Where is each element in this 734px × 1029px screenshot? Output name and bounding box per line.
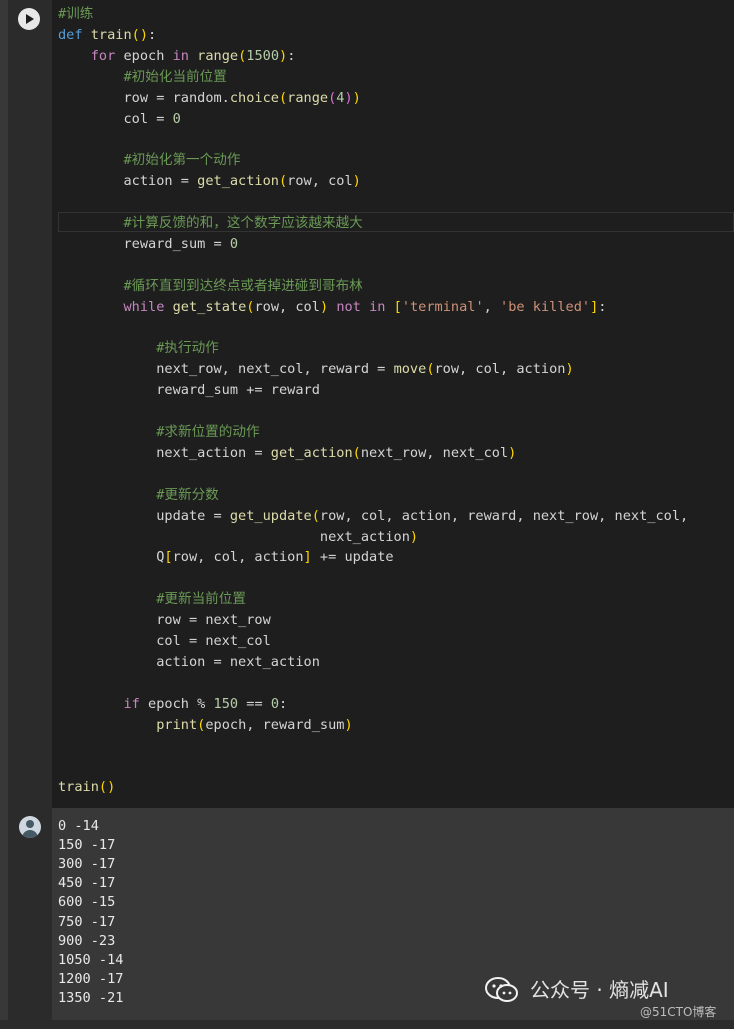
output-line: 0 -14 (58, 818, 99, 834)
code-line: col = 0 (58, 110, 181, 127)
code-line: #初始化当前位置 (123, 68, 227, 85)
code-line: #训练 (58, 6, 94, 22)
output-line: 750 -17 (58, 913, 116, 930)
code-line: #求新位置的动作 (156, 424, 260, 440)
code-line: action = next_action (58, 653, 320, 670)
wechat-icon (485, 977, 518, 1002)
code-editor[interactable]: #训练 def train(): for epoch in range(1500)… (52, 0, 734, 808)
code-line: print(epoch, reward_sum) (156, 716, 353, 733)
output-line: 150 -17 (58, 837, 116, 854)
run-cell-button[interactable] (18, 8, 40, 30)
output-line: 900 -23 (58, 932, 116, 949)
output-line: 600 -15 (58, 894, 116, 911)
code-line: next_action = get_action(next_row, next_… (58, 444, 517, 461)
code-line: #执行动作 (156, 340, 219, 357)
output-gutter (8, 808, 52, 1020)
code-line: reward_sum = 0 (58, 235, 239, 252)
notebook-cell: #训练 def train(): for epoch in range(1500)… (0, 0, 734, 1029)
code-line: train() (58, 779, 116, 796)
output-line: 1050 -14 (58, 951, 124, 968)
code-line: reward_sum += reward (58, 382, 320, 399)
cell-gutter (8, 0, 52, 808)
output-line: 450 -17 (58, 875, 116, 892)
code-line: row = random.choice(range(4)) (58, 89, 361, 106)
output-line: 1200 -17 (58, 970, 124, 987)
code-line: #循环直到到达终点或者掉进碰到哥布林 (123, 277, 363, 294)
bottom-bar (0, 1020, 734, 1029)
code-line: next_row, next_col, reward = move(row, c… (58, 361, 574, 378)
code-line: Q[row, col, action] += update (58, 549, 394, 566)
code-line: while get_state(row, col) not in ['termi… (123, 298, 607, 315)
code-line: def train(): (58, 26, 157, 43)
code-line: if epoch % 150 == 0: (123, 695, 288, 712)
code-line: row = next_row (58, 612, 271, 629)
output-line: 300 -17 (58, 856, 116, 873)
code-line: #初始化第一个动作 (123, 152, 241, 169)
code-line: for epoch in range(1500): (90, 47, 296, 64)
code-line: #计算反馈的和，这个数字应该越来越大 (123, 215, 363, 231)
user-avatar-icon[interactable] (19, 816, 41, 838)
code-line: update = get_update(row, col, action, re… (58, 507, 689, 524)
output-line: 1350 -21 (58, 989, 124, 1006)
code-line: col = next_col (58, 633, 271, 649)
code-line: #更新当前位置 (156, 591, 246, 608)
watermark-subtext: @51CTO博客 (640, 1005, 717, 1019)
code-line: next_action) (58, 528, 419, 545)
code-line: action = get_action(row, col) (58, 173, 361, 190)
code-line: #更新分数 (156, 486, 219, 503)
